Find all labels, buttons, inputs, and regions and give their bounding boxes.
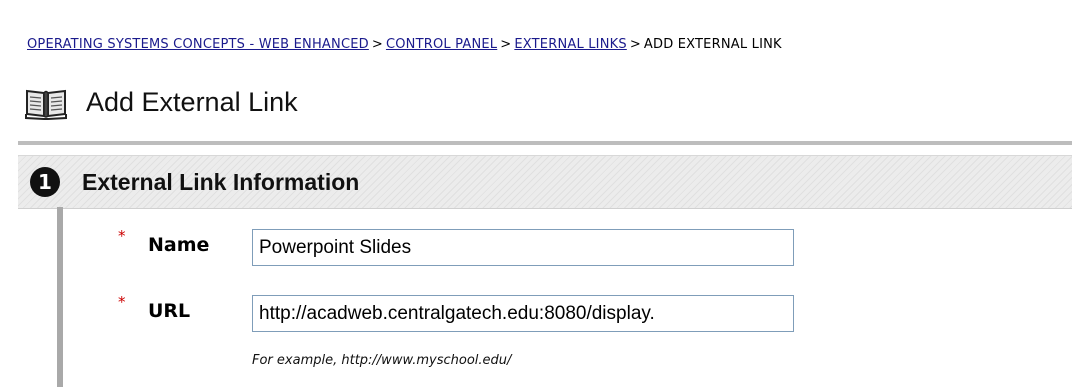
breadcrumb-current: ADD EXTERNAL LINK (643, 37, 782, 52)
url-field-row: * URL (118, 295, 794, 332)
book-icon (24, 84, 68, 120)
breadcrumb-separator: > (629, 37, 641, 52)
section-header: 1 External Link Information (18, 155, 1072, 209)
required-marker: * (118, 293, 126, 311)
name-input[interactable] (252, 229, 794, 266)
breadcrumb-separator: > (500, 37, 512, 52)
breadcrumb-link-course[interactable]: OPERATING SYSTEMS CONCEPTS - WEB ENHANCE… (27, 37, 369, 52)
name-field-row: * Name (118, 229, 794, 266)
section-left-bar (57, 207, 63, 387)
title-divider (18, 141, 1072, 145)
required-marker: * (118, 227, 126, 245)
url-label: URL (148, 300, 191, 322)
breadcrumb-link-external-links[interactable]: EXTERNAL LINKS (514, 37, 626, 52)
url-input[interactable] (252, 295, 794, 332)
section-title: External Link Information (82, 168, 360, 195)
page-header: Add External Link (24, 82, 298, 122)
name-label: Name (148, 234, 210, 256)
page-title: Add External Link (86, 86, 298, 117)
breadcrumb-link-control-panel[interactable]: CONTROL PANEL (386, 37, 497, 52)
breadcrumb-separator: > (371, 37, 383, 52)
step-number-badge: 1 (30, 167, 60, 197)
breadcrumb: OPERATING SYSTEMS CONCEPTS - WEB ENHANCE… (27, 37, 782, 52)
url-example-hint: For example, http://www.myschool.edu/ (252, 353, 512, 368)
